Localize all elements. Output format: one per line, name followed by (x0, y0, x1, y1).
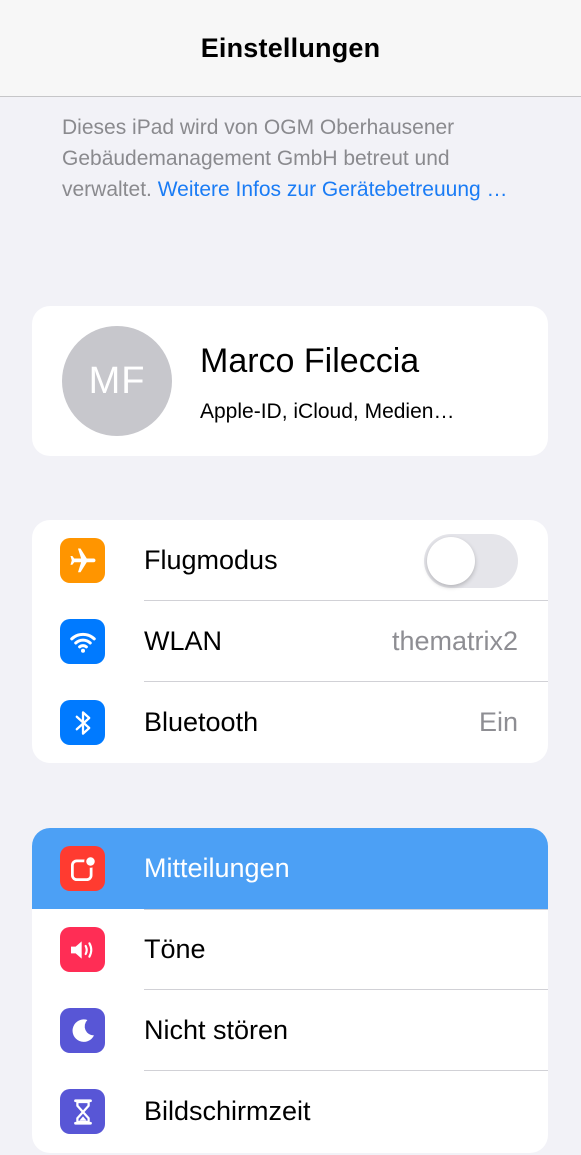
settings-row-label: WLAN (144, 626, 223, 656)
settings-row-label: Töne (144, 934, 206, 964)
profile-name: Marco Fileccia (200, 342, 420, 380)
settings-row-nicht-stoeren[interactable]: Nicht stören (32, 990, 548, 1071)
settings-row-mitteilungen[interactable]: Mitteilungen (32, 828, 548, 909)
profile-subtitle: Apple-ID, iCloud, Medien… (200, 400, 455, 423)
bluetooth-icon (60, 700, 105, 745)
settings-row-label: Mitteilungen (144, 853, 290, 883)
settings-row-label: Nicht stören (144, 1015, 289, 1045)
avatar-initials: MF (88, 359, 146, 402)
moon-icon (60, 1008, 105, 1053)
apple-id-profile-card[interactable]: MF Marco Fileccia Apple-ID, iCloud, Medi… (32, 306, 548, 456)
apps-group: Mitteilungen Töne Nicht stören Bildschir… (32, 828, 548, 1153)
toggle-knob (427, 537, 475, 585)
page-title: Einstellungen (200, 32, 381, 63)
settings-row-label: Bluetooth (144, 707, 259, 737)
row-divider (144, 909, 548, 910)
settings-screen: Einstellungen Dieses iPad wird von OGM O… (0, 0, 581, 1155)
settings-row-label: Flugmodus (144, 545, 278, 575)
airplane-icon (60, 538, 105, 583)
settings-row-bildschirmzeit[interactable]: Bildschirmzeit (32, 1071, 548, 1152)
notifications-icon (60, 846, 105, 891)
speaker-icon (60, 927, 105, 972)
device-management-link[interactable]: Weitere Infos zur Gerätebetreuung … (158, 178, 508, 201)
settings-row-toene[interactable]: Töne (32, 909, 548, 990)
avatar: MF (62, 326, 172, 436)
hourglass-icon (60, 1089, 105, 1134)
settings-row-label: Bildschirmzeit (144, 1096, 311, 1126)
wifi-network-value: thematrix2 (391, 626, 518, 656)
connectivity-group: Flugmodus WLAN thematrix2 Bluetooth Ein (32, 520, 548, 763)
settings-row-flugmodus[interactable]: Flugmodus (32, 520, 548, 601)
settings-row-wlan[interactable]: WLAN thematrix2 (32, 601, 548, 682)
airplane-mode-toggle[interactable] (424, 534, 518, 588)
bluetooth-status-value: Ein (478, 707, 518, 737)
wifi-icon (60, 619, 105, 664)
settings-row-bluetooth[interactable]: Bluetooth Ein (32, 682, 548, 763)
device-management-notice: Dieses iPad wird von OGM Oberhausener Ge… (62, 112, 522, 205)
navigation-bar: Einstellungen (0, 0, 581, 97)
